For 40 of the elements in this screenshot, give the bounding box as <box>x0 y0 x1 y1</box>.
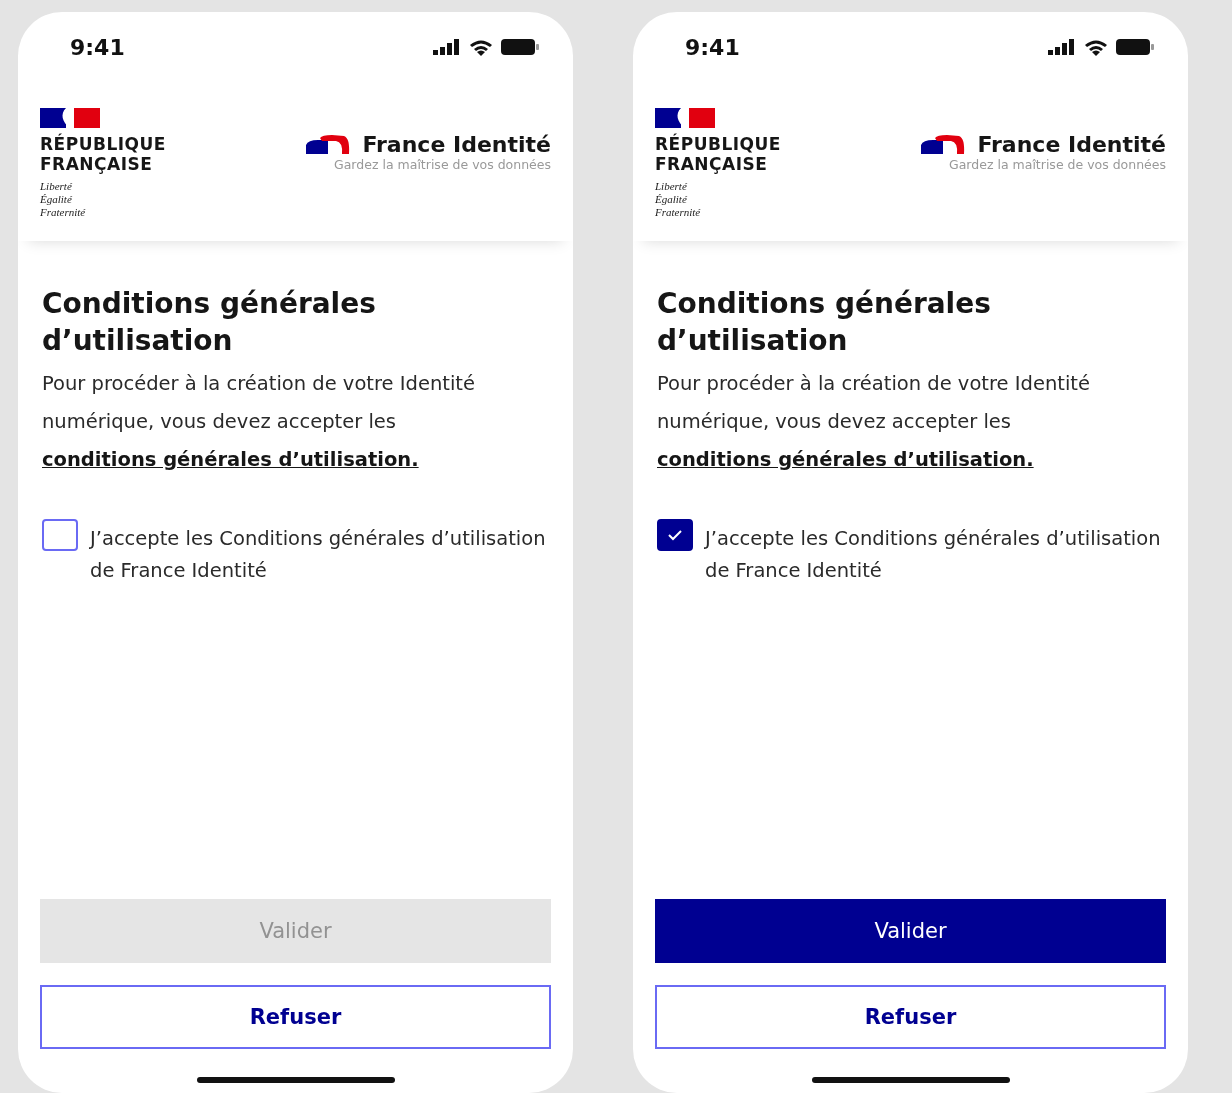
page-title: Conditions générales d’utilisation <box>42 286 377 359</box>
brand-logo-icon <box>304 134 351 155</box>
refuse-button[interactable]: Refuser <box>655 985 1166 1049</box>
motto-text: Fraternité <box>655 206 702 219</box>
motto-text: Fraternité <box>40 206 87 219</box>
brand-tagline: Gardez la maîtrise de vos données <box>949 157 1166 172</box>
republic-name: FRANÇAISE <box>40 154 154 174</box>
refuse-button[interactable]: Refuser <box>40 985 551 1049</box>
republic-name: RÉPUBLIQUE <box>40 134 166 154</box>
motto-text: Liberté <box>40 180 73 193</box>
status-time: 9:41 <box>70 34 125 60</box>
accept-checkbox[interactable] <box>657 519 693 551</box>
motto-text: Égalité <box>40 193 73 206</box>
checkbox-label: J’accepte les Conditions générales d’utilisation de France Identité <box>90 526 547 584</box>
brand-tagline: Gardez la maîtrise de vos données <box>334 157 551 172</box>
brand-name: France Identité <box>362 132 551 157</box>
brand-name: France Identité <box>977 132 1166 157</box>
motto-text: Égalité <box>655 193 688 206</box>
motto-text: Liberté <box>655 180 688 193</box>
check-icon <box>667 529 683 541</box>
wifi-icon <box>1084 38 1108 56</box>
signal-icon <box>1048 39 1076 55</box>
flag-logo-icon <box>655 108 715 128</box>
intro-paragraph: Pour procéder à la création de votre Identité numérique, vous devez accepter les conditions générales d’utilisation. <box>657 371 1091 473</box>
terms-link[interactable]: conditions générales d’utilisation. <box>42 448 419 471</box>
accept-checkbox[interactable] <box>42 519 78 551</box>
status-time: 9:41 <box>685 34 740 60</box>
checkbox-label: J’accepte les Conditions générales d’utilisation de France Identité <box>705 526 1162 584</box>
republic-name: RÉPUBLIQUE <box>655 134 781 154</box>
battery-icon <box>1116 39 1154 55</box>
brand-logo-icon <box>919 134 966 155</box>
signal-icon <box>433 39 461 55</box>
battery-icon <box>501 39 539 55</box>
wifi-icon <box>469 38 493 56</box>
intro-paragraph: Pour procéder à la création de votre Identité numérique, vous devez accepter les conditions générales d’utilisation. <box>42 371 476 473</box>
republic-name: FRANÇAISE <box>655 154 769 174</box>
validate-button[interactable]: Valider <box>655 899 1166 963</box>
flag-logo-icon <box>40 108 100 128</box>
terms-link[interactable]: conditions générales d’utilisation. <box>657 448 1034 471</box>
page-title: Conditions générales d’utilisation <box>657 286 992 359</box>
